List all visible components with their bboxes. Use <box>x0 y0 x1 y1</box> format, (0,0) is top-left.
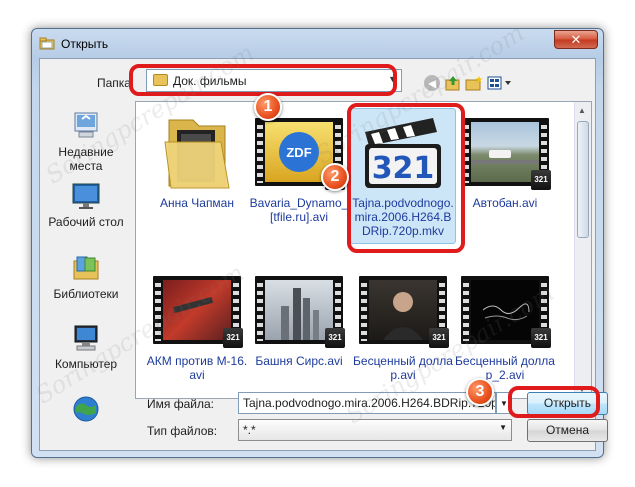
file-item[interactable]: 321 Башня Сирс.avi <box>248 270 350 368</box>
file-label: Башня Сирс.avi <box>255 354 343 368</box>
place-label: Недавние места <box>58 145 114 173</box>
place-computer[interactable]: Компьютер <box>44 323 128 371</box>
file-item[interactable]: 321 Автобан.avi <box>454 112 556 210</box>
dialog-icon <box>39 37 55 50</box>
file-label: Bavaria_Dynamo_[tfile.ru].avi <box>249 196 349 224</box>
new-folder-icon[interactable] <box>464 74 484 92</box>
file-label: Автобан.avi <box>472 196 538 210</box>
views-menu-icon[interactable] <box>486 74 514 92</box>
place-libraries[interactable]: Библиотеки <box>44 253 128 301</box>
file-label: Бесценный доллар.avi <box>353 354 453 382</box>
video-thumbnail: 321 <box>149 270 245 350</box>
network-icon <box>73 396 99 422</box>
folder-icon <box>164 119 230 189</box>
step-1-badge: 1 <box>254 93 282 121</box>
lookin-value: Док. фильмы <box>173 74 247 88</box>
close-button[interactable]: ✕ <box>554 30 598 49</box>
scrollbar-thumb[interactable] <box>577 121 589 238</box>
filetype-label: Тип файлов: <box>147 424 218 438</box>
zdf-logo: ZDF <box>286 145 311 160</box>
place-label: Компьютер <box>54 357 118 371</box>
place-label: Библиотеки <box>53 287 119 301</box>
filetype-dropdown[interactable]: *.* ▼ <box>238 419 512 441</box>
step-3-badge: 3 <box>466 378 494 406</box>
folder-icon <box>153 74 168 86</box>
place-label: Рабочий стол <box>48 215 124 229</box>
file-label: Tajna.podvodnogo.mira.2006.H264.BDRip.72… <box>352 196 454 238</box>
filename-input[interactable]: Tajna.podvodnogo.mira.2006.H264.BDRip.72… <box>238 392 496 414</box>
file-item[interactable]: 321 Бесценный доллар.avi <box>352 270 454 382</box>
player-thumbnail: 321 <box>355 112 451 192</box>
lookin-label: Папка <box>97 76 131 90</box>
lookin-dropdown[interactable]: Док. фильмы ▼ <box>146 69 402 92</box>
computer-icon <box>74 325 98 351</box>
chevron-down-icon[interactable]: ▼ <box>496 392 512 414</box>
step-2-badge: 2 <box>321 163 349 191</box>
file-label: Бесценный доллар_2.avi <box>455 354 555 382</box>
file-item[interactable]: 321 Бесценный доллар_2.avi <box>454 270 556 382</box>
recent-places-icon <box>74 112 98 138</box>
desktop-icon <box>72 183 100 209</box>
close-icon: ✕ <box>570 32 582 47</box>
chevron-down-icon: ▼ <box>388 74 397 84</box>
player-logo-digits: 321 <box>372 151 435 186</box>
open-button[interactable]: Открыть <box>527 392 608 415</box>
dialog-title: Открыть <box>61 37 109 51</box>
place-desktop[interactable]: Рабочий стол <box>44 181 128 229</box>
file-list[interactable]: Анна Чапман ZDF 321 Bavaria_Dynamo_[tfil… <box>135 101 592 399</box>
folder-thumbnail <box>149 112 245 192</box>
filename-label: Имя файла: <box>147 397 214 411</box>
filetype-value: *.* <box>243 423 256 437</box>
media-player-icon: 321 <box>365 118 441 188</box>
player-badge-icon: 321 <box>223 328 243 348</box>
title-bar[interactable]: Открыть ✕ <box>32 29 603 59</box>
player-badge-icon: 321 <box>325 328 345 348</box>
scroll-up-icon[interactable]: ▲ <box>578 106 586 115</box>
place-network[interactable] <box>44 395 128 429</box>
place-recent[interactable]: Недавние места <box>44 111 128 173</box>
player-badge-icon: 321 <box>531 328 551 348</box>
libraries-icon <box>73 256 99 280</box>
file-item[interactable]: Анна Чапман <box>146 112 248 210</box>
chevron-down-icon: ▼ <box>499 423 507 432</box>
file-item-selected[interactable]: 321 Tajna.podvodnogo.mira.2006.H264.BDRi… <box>350 108 456 244</box>
open-file-dialog: Открыть ✕ Папка Док. фильмы ▼ ◀ Недавние… <box>31 28 608 458</box>
video-thumbnail: 321 <box>355 270 451 350</box>
places-bar: Недавние места Рабочий стол Библиотеки К… <box>44 103 128 443</box>
cancel-button[interactable]: Отмена <box>527 419 608 442</box>
player-badge-icon: 321 <box>429 328 449 348</box>
video-thumbnail: 321 <box>457 112 553 192</box>
file-label: АКМ против М-16.avi <box>146 354 248 382</box>
up-folder-icon[interactable] <box>444 74 462 92</box>
video-thumbnail: 321 <box>251 270 347 350</box>
player-badge-icon: 321 <box>531 170 551 190</box>
file-label: Анна Чапман <box>160 196 234 210</box>
back-arrow-icon[interactable]: ◀ <box>424 75 440 91</box>
file-item[interactable]: 321 АКМ против М-16.avi <box>146 270 248 382</box>
vertical-scrollbar[interactable]: ▲ ▼ <box>574 102 591 398</box>
dialog-body: Папка Док. фильмы ▼ ◀ Недавние места Раб… <box>39 58 608 451</box>
video-thumbnail: 321 <box>457 270 553 350</box>
